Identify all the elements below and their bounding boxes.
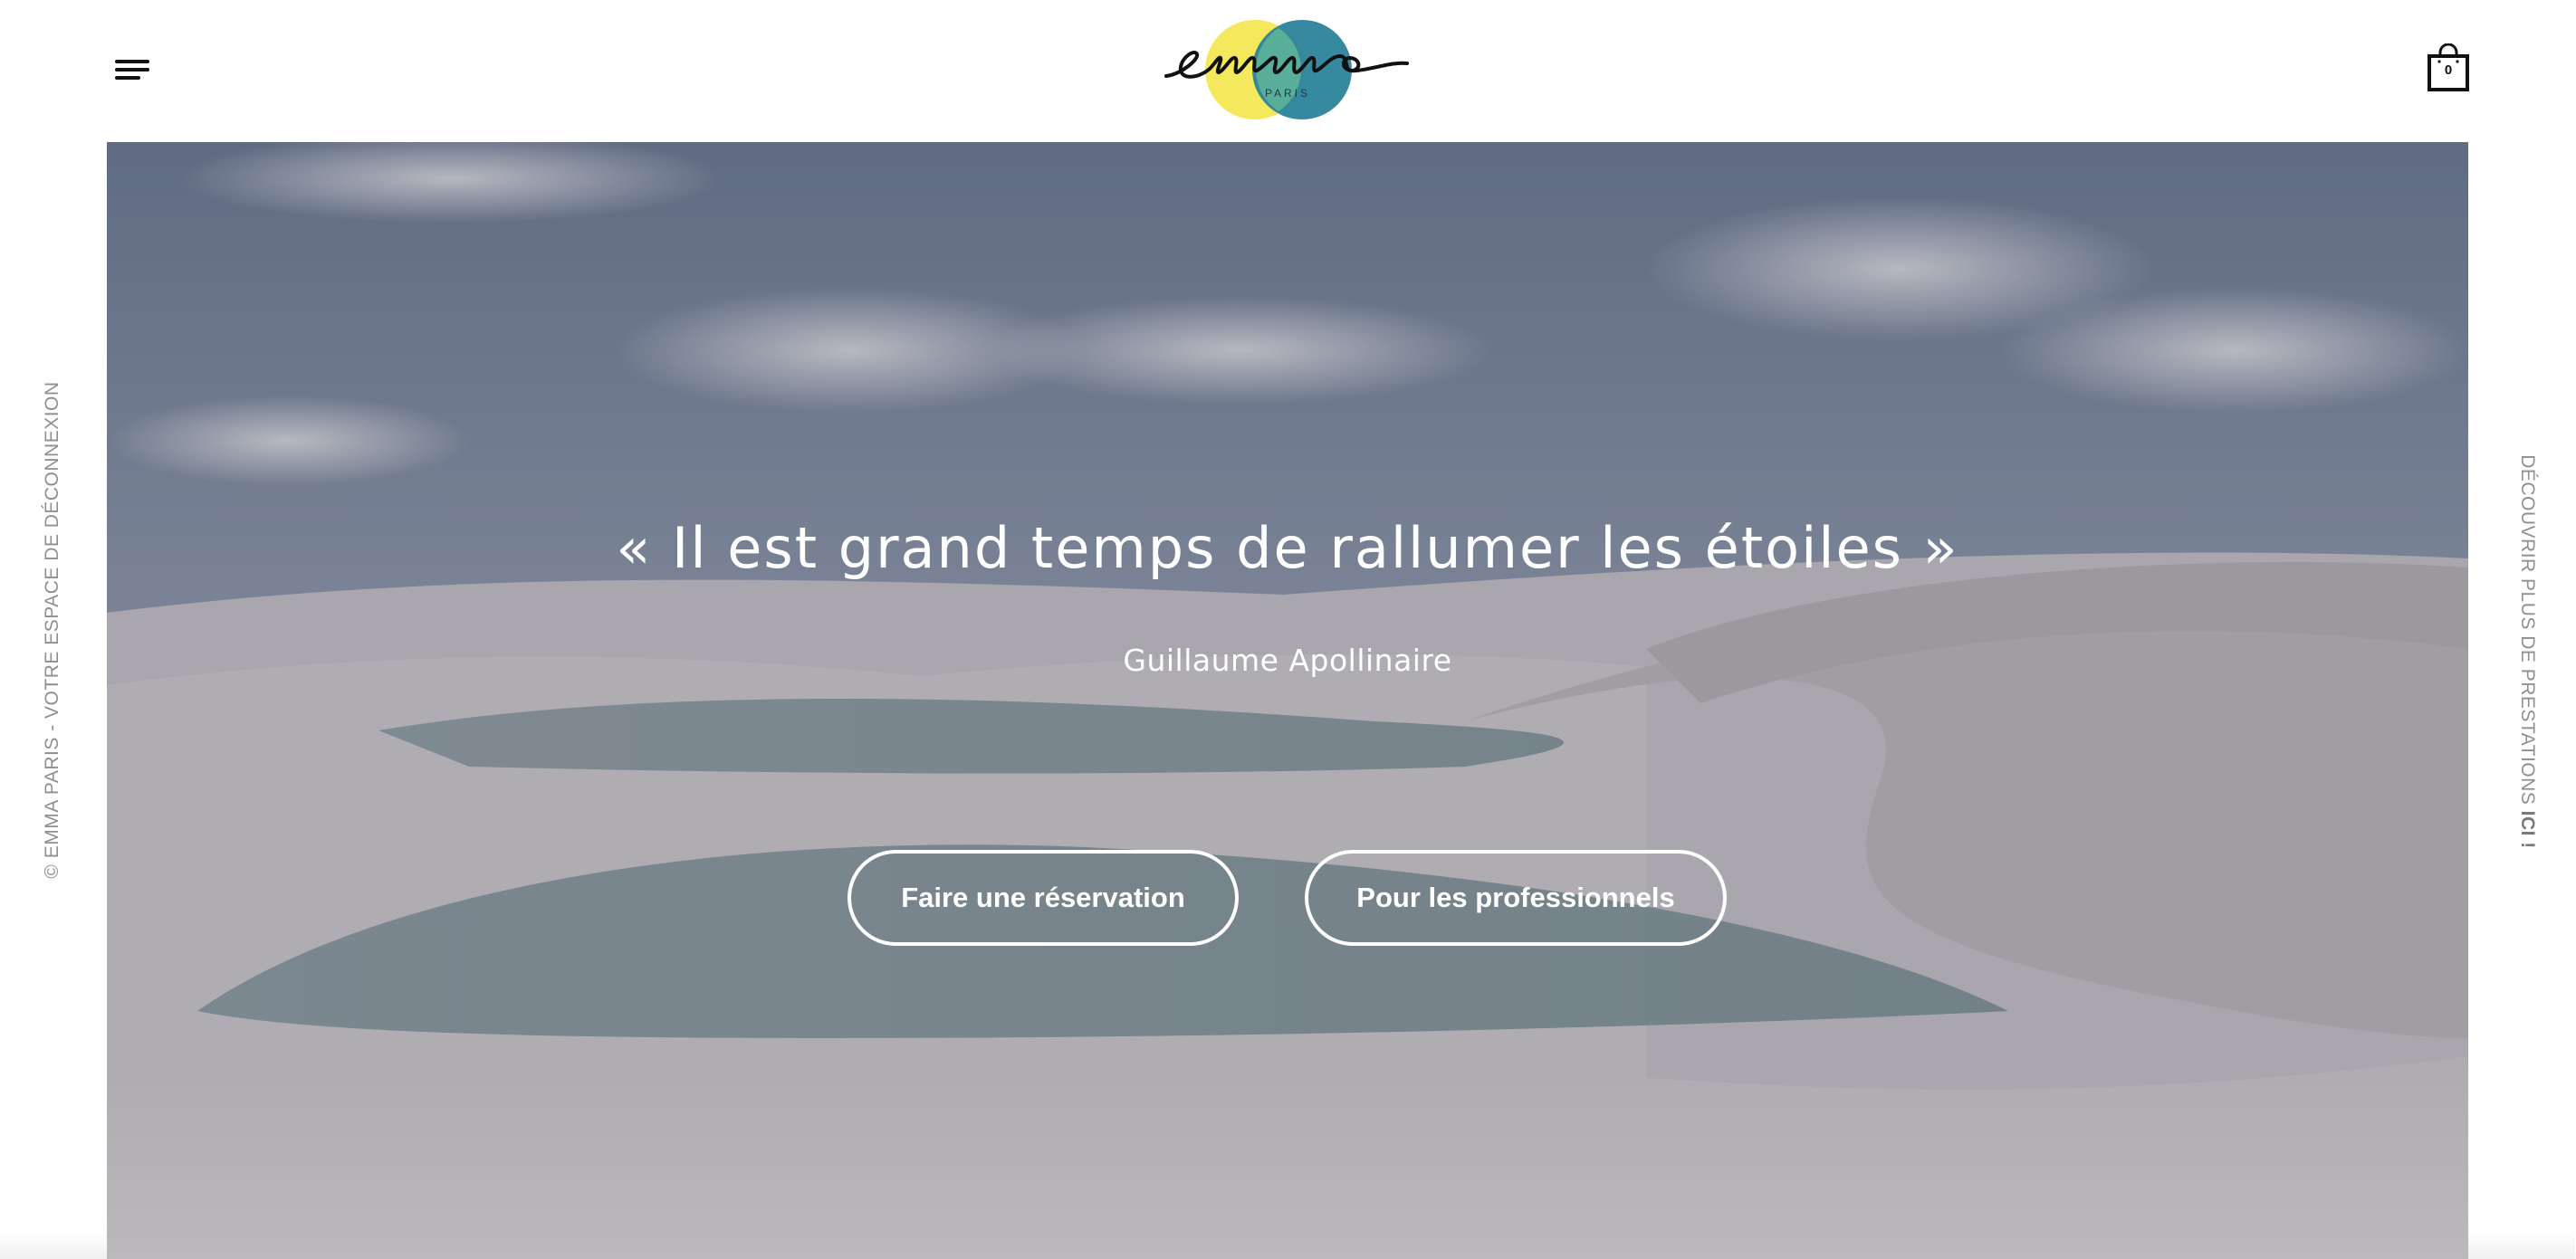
site-header: PARIS 0 [0,0,2576,142]
make-reservation-button[interactable]: Faire une réservation [847,850,1239,946]
menu-icon[interactable] [112,54,154,85]
logo[interactable]: PARIS [1163,16,1412,125]
more-services-vertical-link[interactable]: DÉCOUVRIR PLUS DE PRESTATIONS ICI ! [2516,454,2538,849]
cart-count: 0 [2444,62,2453,78]
hero-section: « Il est grand temps de rallumer les éto… [107,142,2468,1259]
bottom-fade-left [0,1232,107,1259]
shopping-bag-icon[interactable]: 0 [2427,43,2470,92]
hero-quote-author: Guillaume Apollinaire [1123,643,1452,678]
bottom-fade-right [2468,1232,2575,1259]
professionals-button[interactable]: Pour les professionnels [1305,850,1727,946]
more-services-text: DÉCOUVRIR PLUS DE PRESTATIONS [2517,454,2538,811]
more-services-here: ICI ! [2517,810,2538,849]
hero-quote: « Il est grand temps de rallumer les éto… [616,515,1959,581]
hero-overlay [107,142,2468,1259]
logo-subtitle: PARIS [1264,87,1311,100]
copyright-vertical-text: © EMMA PARIS - VOTRE ESPACE DE DÉCONNEXI… [42,381,62,879]
